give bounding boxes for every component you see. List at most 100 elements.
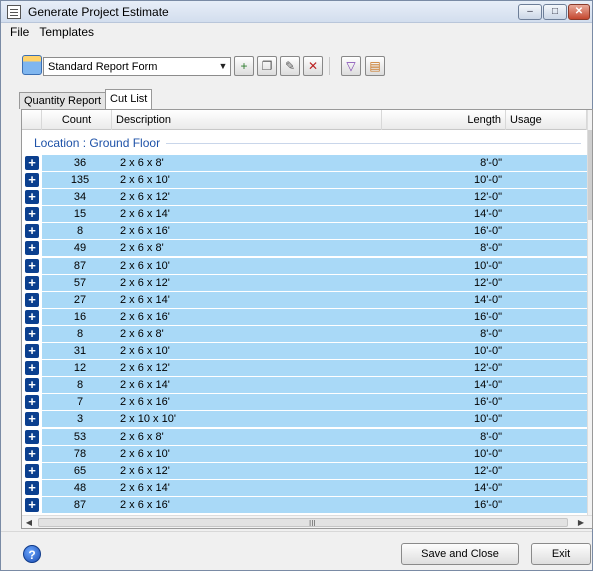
table-row[interactable]: +8 2 x 6 x 16' 16'-0"	[22, 223, 587, 241]
expand-row-icon[interactable]: +	[25, 344, 39, 359]
table-row[interactable]: +78 2 x 6 x 10' 10'-0"	[22, 445, 587, 463]
expand-row-icon[interactable]: +	[25, 326, 39, 341]
cell-description: 2 x 6 x 14'	[120, 379, 170, 392]
cell-description: 2 x 6 x 16'	[120, 396, 170, 409]
cell-count: 49	[73, 242, 87, 255]
minimize-button[interactable]: –	[518, 4, 542, 20]
horizontal-scroll-thumb[interactable]: III	[38, 518, 568, 528]
cell-length: 12'-0"	[473, 362, 502, 375]
expand-row-icon[interactable]: +	[25, 173, 39, 188]
header-description[interactable]: Description	[112, 110, 382, 130]
menu-bar: File Templates	[1, 23, 592, 41]
exit-button[interactable]: Exit	[531, 543, 591, 565]
table-row[interactable]: +8 2 x 6 x 8' 8'-0"	[22, 325, 587, 343]
cell-description: 2 x 6 x 8'	[120, 242, 164, 255]
expand-row-icon[interactable]: +	[25, 378, 39, 393]
cell-count: 78	[73, 447, 87, 460]
expand-row-icon[interactable]: +	[25, 446, 39, 461]
expand-row-icon[interactable]: +	[25, 241, 39, 256]
cell-length: 12'-0"	[473, 276, 502, 289]
expand-row-icon[interactable]: +	[25, 395, 39, 410]
menu-templates[interactable]: Templates	[34, 25, 99, 39]
cell-length: 8'-0"	[480, 327, 502, 340]
expand-row-icon[interactable]: +	[25, 463, 39, 478]
expand-row-icon[interactable]: +	[25, 309, 39, 324]
cell-count: 7	[76, 396, 84, 409]
expand-row-icon[interactable]: +	[25, 207, 39, 222]
header-count[interactable]: Count	[42, 110, 112, 130]
vertical-scrollbar[interactable]	[587, 110, 592, 528]
cell-count: 3	[76, 413, 84, 426]
table-row[interactable]: +49 2 x 6 x 8' 8'-0"	[22, 240, 587, 258]
table-row[interactable]: +65 2 x 6 x 12' 12'-0"	[22, 462, 587, 480]
cell-count: 135	[70, 174, 90, 187]
horizontal-scrollbar[interactable]: ◀ III ▶	[22, 515, 592, 528]
help-icon[interactable]: ?	[23, 545, 41, 563]
expand-row-icon[interactable]: +	[25, 258, 39, 273]
expand-row-icon[interactable]: +	[25, 361, 39, 376]
delete-template-icon[interactable]: ✕	[303, 56, 323, 76]
expand-row-icon[interactable]: +	[25, 224, 39, 239]
tab-cut-list[interactable]: Cut List	[105, 89, 153, 109]
cell-description: 2 x 6 x 8'	[120, 327, 164, 340]
report-form-select[interactable]: Standard Report Form ▼	[43, 57, 231, 76]
copy-template-icon[interactable]: ❐	[257, 56, 277, 76]
tab-quantity-report[interactable]: Quantity Report	[19, 92, 107, 109]
window-controls: – □ ✕	[518, 4, 590, 20]
table-row[interactable]: +8 2 x 6 x 14' 14'-0"	[22, 377, 587, 395]
cell-length: 8'-0"	[480, 242, 502, 255]
table-row[interactable]: +135 2 x 6 x 10' 10'-0"	[22, 172, 587, 190]
expand-row-icon[interactable]: +	[25, 190, 39, 205]
close-button[interactable]: ✕	[568, 4, 590, 20]
filter-icon[interactable]: ▽	[341, 56, 361, 76]
toolbar: Standard Report Form ▼ + ❐ ✎ ✕ ▽ ▤	[1, 41, 592, 87]
add-template-icon[interactable]: +	[234, 56, 254, 76]
table-row[interactable]: +87 2 x 6 x 16' 16'-0"	[22, 496, 587, 514]
cell-count: 36	[73, 157, 87, 169]
table-row[interactable]: +34 2 x 6 x 12' 12'-0"	[22, 189, 587, 207]
report-form-value: Standard Report Form	[48, 60, 158, 73]
table-row[interactable]: +87 2 x 6 x 10' 10'-0"	[22, 257, 587, 275]
table-row[interactable]: +36 2 x 6 x 8' 8'-0"	[22, 155, 587, 172]
report-form-icon[interactable]	[22, 55, 42, 75]
report-tabs: Quantity Report Cut List	[19, 89, 153, 109]
table-row[interactable]: +57 2 x 6 x 12' 12'-0"	[22, 274, 587, 292]
scroll-left-icon[interactable]: ◀	[22, 516, 36, 528]
table-row[interactable]: +27 2 x 6 x 14' 14'-0"	[22, 291, 587, 309]
table-row[interactable]: +48 2 x 6 x 14' 14'-0"	[22, 479, 587, 497]
header-usage[interactable]: Usage	[506, 110, 587, 130]
scroll-right-icon[interactable]: ▶	[574, 516, 588, 528]
edit-template-icon[interactable]: ✎	[280, 56, 300, 76]
table-row[interactable]: +31 2 x 6 x 10' 10'-0"	[22, 343, 587, 361]
header-length[interactable]: Length	[382, 110, 506, 130]
expand-row-icon[interactable]: +	[25, 497, 39, 512]
cell-length: 12'-0"	[473, 464, 502, 477]
expand-row-icon[interactable]: +	[25, 156, 39, 170]
cell-length: 14'-0"	[473, 379, 502, 392]
dropdown-arrow-icon[interactable]: ▼	[216, 58, 230, 75]
menu-file[interactable]: File	[5, 25, 34, 39]
expand-row-icon[interactable]: +	[25, 429, 39, 444]
minimize-icon: –	[527, 6, 533, 17]
grid-rows: +36 2 x 6 x 8' 8'-0" +135 2 x 6 x 10' 10'-0" +…	[22, 155, 587, 514]
sort-icon[interactable]: ▤	[365, 56, 385, 76]
cell-description: 2 x 6 x 12'	[120, 464, 170, 477]
expand-row-icon[interactable]: +	[25, 275, 39, 290]
table-row[interactable]: +12 2 x 6 x 12' 12'-0"	[22, 360, 587, 378]
table-row[interactable]: +7 2 x 6 x 16' 16'-0"	[22, 394, 587, 412]
save-and-close-button[interactable]: Save and Close	[401, 543, 519, 565]
maximize-button[interactable]: □	[543, 4, 567, 20]
cell-length: 16'-0"	[473, 396, 502, 409]
expand-row-icon[interactable]: +	[25, 480, 39, 495]
cell-count: 15	[73, 208, 87, 221]
cell-count: 16	[73, 310, 87, 323]
table-row[interactable]: +3 2 x 10 x 10' 10'-0"	[22, 411, 587, 429]
expand-row-icon[interactable]: +	[25, 292, 39, 307]
table-row[interactable]: +15 2 x 6 x 14' 14'-0"	[22, 206, 587, 224]
vertical-scroll-thumb[interactable]	[588, 130, 592, 220]
table-row[interactable]: +16 2 x 6 x 16' 16'-0"	[22, 308, 587, 326]
expand-row-icon[interactable]: +	[25, 412, 39, 427]
table-row[interactable]: +53 2 x 6 x 8' 8'-0"	[22, 428, 587, 446]
location-label: Location : Ground Floor	[34, 136, 161, 150]
report-icon	[7, 4, 21, 19]
